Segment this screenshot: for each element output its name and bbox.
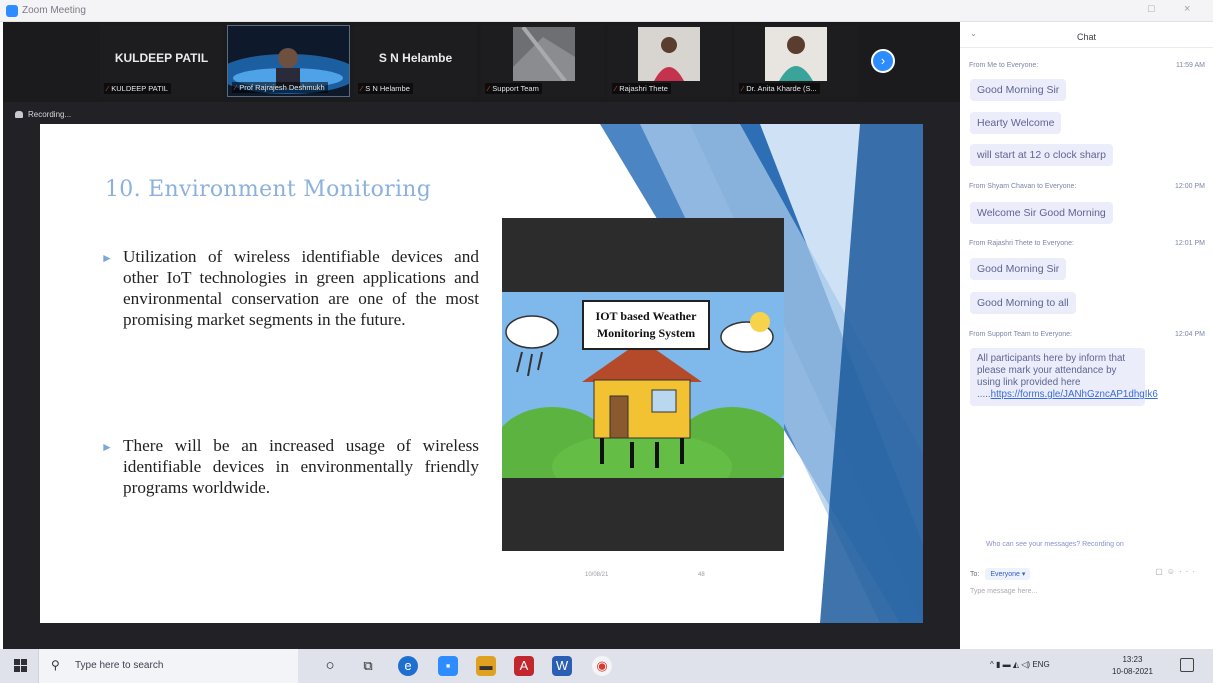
weather-monitoring-figure: IOT based Weather Monitoring System xyxy=(492,218,792,551)
file-explorer-icon[interactable]: ▬ xyxy=(476,656,496,676)
chat-message: Good Morning Sir xyxy=(970,258,1067,280)
chat-tools: ▢☺··· xyxy=(1155,567,1199,576)
mic-muted-icon: ⁄ xyxy=(742,84,744,93)
chat-recipient-row: To: Everyone ▾ xyxy=(970,568,1031,580)
participant-name-label: ⁄ Support Team xyxy=(485,83,542,94)
chrome-icon[interactable]: ◉ xyxy=(592,656,612,676)
participant-display-name: KULDEEP PATIL xyxy=(114,51,209,65)
chat-panel: ⌄ Chat From Me to Everyone: 11:59 AM Good… xyxy=(960,22,1213,649)
file-share-icon[interactable]: ▢ xyxy=(1155,567,1167,576)
chat-sender-line: From Support Team to Everyone: 12:04 PM xyxy=(969,331,1205,338)
to-label: To: xyxy=(970,571,980,578)
slide-footer-date: 10/08/21 xyxy=(585,572,609,578)
windows-taskbar: ⚲ Type here to search ○ ⧉ e ▪ ▬ A W ◉ ^ … xyxy=(0,649,1213,683)
notification-center-icon[interactable] xyxy=(1180,658,1194,672)
taskbar-search[interactable]: ⚲ Type here to search xyxy=(38,649,298,683)
chat-message: Hearty Welcome xyxy=(970,112,1062,134)
edge-icon[interactable]: e xyxy=(398,656,418,676)
chat-title: Chat xyxy=(1076,32,1096,42)
close-button[interactable]: × xyxy=(1184,3,1190,15)
search-icon: ⚲ xyxy=(51,658,60,672)
emoji-icon[interactable]: ☺ xyxy=(1167,567,1179,576)
participant-tile-rajrajesh-deshmukh[interactable]: ⁄ Prof Rajrajesh Deshmukh xyxy=(227,25,350,97)
recording-indicator: Recording... xyxy=(15,110,71,119)
participant-tile-anita-kharde[interactable]: ⁄ Dr. Anita Kharde (S... xyxy=(735,25,858,97)
figure-label: IOT based Weather Monitoring System xyxy=(582,300,710,350)
slide-title: 10. Environment Monitoring xyxy=(105,177,432,202)
slide-bullet: ► There will be an increased usage of wi… xyxy=(101,436,479,497)
zoom-app-icon xyxy=(6,5,18,17)
task-view-icon[interactable]: ⧉ xyxy=(358,656,378,676)
participant-video xyxy=(638,27,700,81)
attendance-form-link[interactable]: https://forms.gle/JANhGzncAP1dhgIk6 xyxy=(991,389,1158,400)
shared-slide: 10. Environment Monitoring ► Utilization… xyxy=(40,124,923,623)
bullet-arrow-icon: ► xyxy=(101,251,113,265)
participant-tile-rajashri-thete[interactable]: ⁄ Rajashri Thete xyxy=(608,25,731,97)
windows-start-icon[interactable] xyxy=(14,659,28,673)
recipient-dropdown[interactable]: Everyone ▾ xyxy=(985,568,1031,580)
participant-tile-kuldeep-patil[interactable]: KULDEEP PATIL ⁄ KULDEEP PATIL xyxy=(100,25,223,97)
zoom-taskbar-icon[interactable]: ▪ xyxy=(438,656,458,676)
participant-display-name: S N Helambe xyxy=(378,51,453,65)
network-icon[interactable]: ◭ xyxy=(1013,660,1019,669)
mic-muted-icon: ⁄ xyxy=(488,84,490,93)
window-title: Zoom Meeting xyxy=(22,5,86,16)
participant-strip: KULDEEP PATIL ⁄ KULDEEP PATIL ⁄ Prof Rajra… xyxy=(3,22,960,102)
participant-video xyxy=(513,27,575,81)
participant-tile-support-team[interactable]: ⁄ Support Team xyxy=(481,25,604,97)
mic-muted-icon: ⁄ xyxy=(615,84,617,93)
mic-muted-icon: ⁄ xyxy=(107,84,109,93)
window-titlebar: Zoom Meeting □ × xyxy=(0,0,1213,22)
usb-icon[interactable]: ▮ xyxy=(996,660,1000,669)
acrobat-icon[interactable]: A xyxy=(514,656,534,676)
search-placeholder: Type here to search xyxy=(75,660,164,671)
show-hidden-icons-icon[interactable]: ^ xyxy=(990,660,994,669)
battery-icon[interactable]: ▬ xyxy=(1003,660,1011,669)
minimize-button[interactable]: □ xyxy=(1148,3,1155,15)
chat-header: ⌄ Chat xyxy=(960,22,1213,48)
clock-date: 10-08-2021 xyxy=(1112,667,1153,676)
chat-privacy-note[interactable]: Who can see your messages? Recording on xyxy=(986,541,1124,548)
chat-input[interactable]: Type message here... xyxy=(970,588,1037,595)
participant-name-label: ⁄ Dr. Anita Kharde (S... xyxy=(739,83,820,94)
chat-message: Good Morning Sir xyxy=(970,79,1067,101)
chat-sender-line: From Rajashri Thete to Everyone: 12:01 PM xyxy=(969,240,1205,247)
more-options-icon[interactable]: ··· xyxy=(1179,567,1199,576)
word-icon[interactable]: W xyxy=(552,656,572,676)
meeting-area: KULDEEP PATIL ⁄ KULDEEP PATIL ⁄ Prof Rajra… xyxy=(3,22,960,649)
clock-time: 13:23 xyxy=(1122,655,1143,664)
cloud-recording-icon xyxy=(15,111,23,119)
slide-bullet: ► Utilization of wireless identifiable d… xyxy=(101,247,479,329)
chat-message: All participants here by inform that ple… xyxy=(970,348,1158,406)
chat-message: Welcome Sir Good Morning xyxy=(970,202,1113,224)
participant-name-label: ⁄ KULDEEP PATIL xyxy=(104,83,171,94)
participant-video xyxy=(765,27,827,81)
volume-icon[interactable]: ◁) xyxy=(1021,660,1030,669)
mic-muted-icon: ⁄ xyxy=(235,83,237,92)
figure-illustration: IOT based Weather Monitoring System xyxy=(492,292,792,502)
chat-message: Good Morning to all xyxy=(970,292,1076,314)
chat-sender-line: From Shyam Chavan to Everyone: 12:00 PM xyxy=(969,183,1205,190)
next-participants-icon[interactable]: › xyxy=(871,49,895,73)
taskbar-clock[interactable]: 13:23 10-08-2021 xyxy=(1112,654,1153,678)
chat-sender-line: From Me to Everyone: 11:59 AM xyxy=(969,62,1205,69)
slide-footer-page: 48 xyxy=(698,572,705,578)
participant-name-label: ⁄ Rajashri Thete xyxy=(612,83,671,94)
participant-name-label: ⁄ S N Helambe xyxy=(358,83,413,94)
chat-message: will start at 12 o clock sharp xyxy=(970,144,1113,166)
bullet-arrow-icon: ► xyxy=(101,440,113,454)
mic-muted-icon: ⁄ xyxy=(361,84,363,93)
language-indicator[interactable]: ENG xyxy=(1032,660,1049,669)
participant-tile-sn-helambe[interactable]: S N Helambe ⁄ S N Helambe xyxy=(354,25,477,97)
participant-name-label: ⁄ Prof Rajrajesh Deshmukh xyxy=(232,82,328,93)
system-tray: ^ ▮ ▬ ◭ ◁) ENG xyxy=(990,660,1050,669)
cortana-icon[interactable]: ○ xyxy=(320,656,340,676)
